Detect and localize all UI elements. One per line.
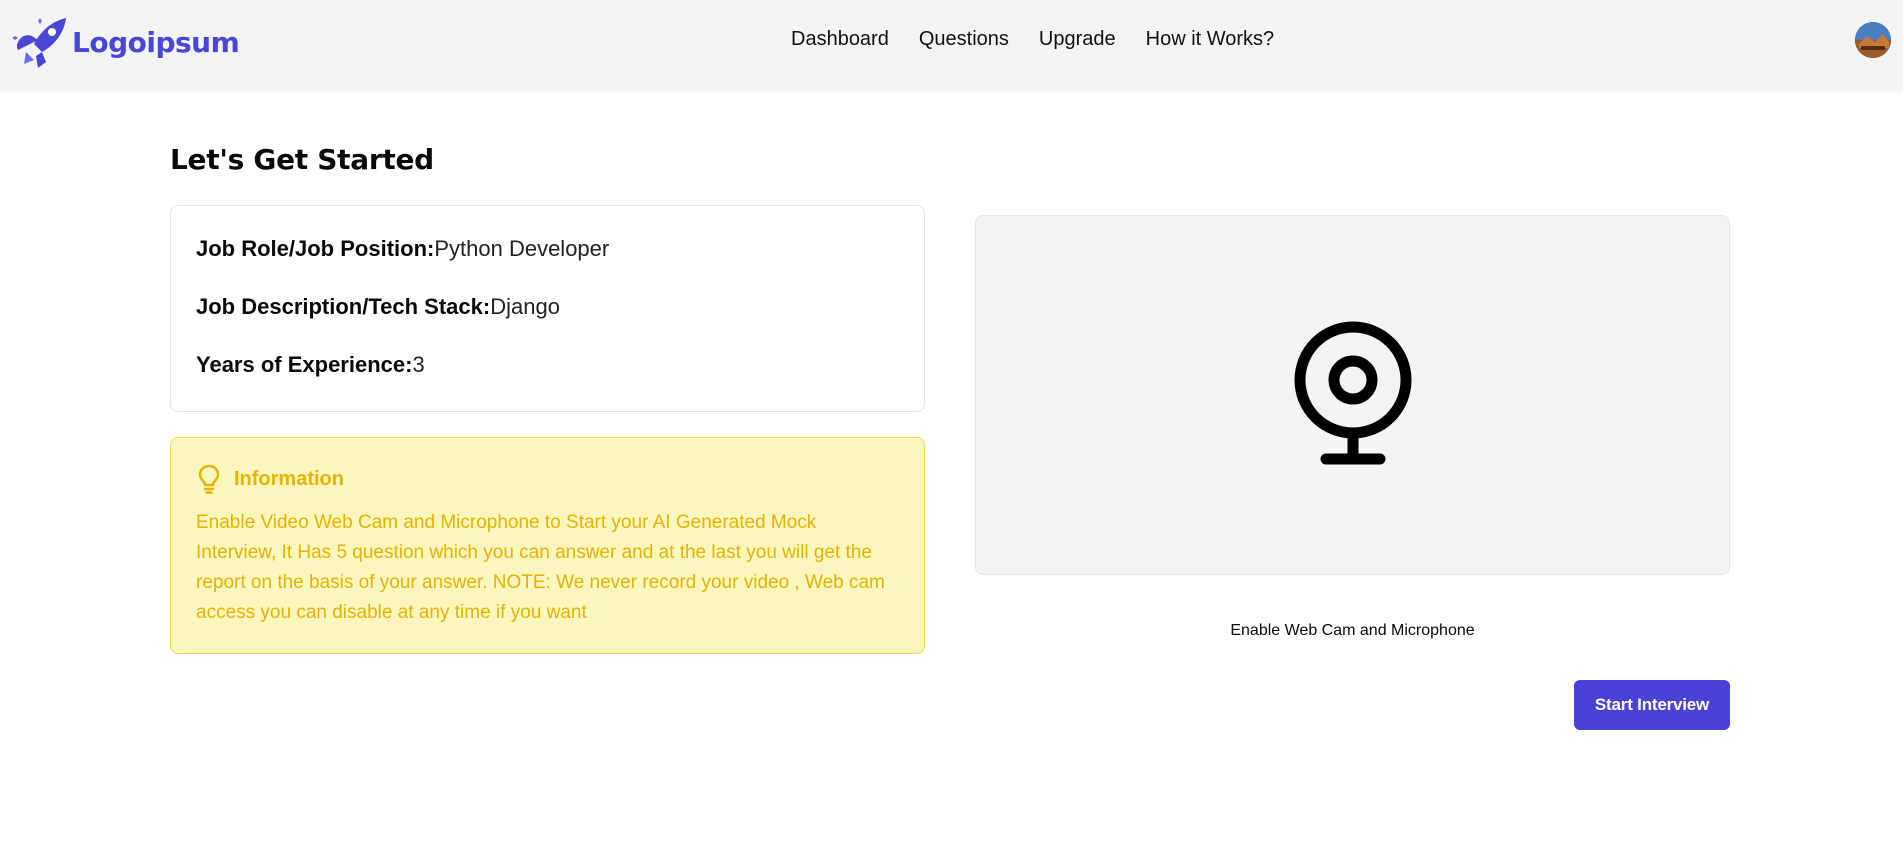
information-card: Information Enable Video Web Cam and Mic…	[170, 437, 925, 654]
nav-dashboard[interactable]: Dashboard	[791, 28, 889, 51]
nav-upgrade[interactable]: Upgrade	[1039, 28, 1116, 51]
information-text: Enable Video Web Cam and Microphone to S…	[196, 512, 885, 623]
avatar[interactable]	[1855, 22, 1891, 58]
nav-how-it-works[interactable]: How it Works?	[1146, 28, 1275, 51]
page-title: Let's Get Started	[170, 143, 434, 176]
webcam-icon	[1294, 321, 1411, 465]
job-role-row: Job Role/Job Position:Python Developer	[196, 236, 899, 262]
main-nav: Dashboard Questions Upgrade How it Works…	[791, 28, 1304, 51]
nav-questions[interactable]: Questions	[919, 28, 1009, 51]
experience-label: Years of Experience:	[196, 352, 413, 377]
lightbulb-icon	[198, 464, 220, 494]
experience-row: Years of Experience:3	[196, 352, 899, 378]
experience-value: 3	[412, 352, 425, 377]
job-description-label: Job Description/Tech Stack:	[196, 294, 491, 319]
webcam-preview	[975, 215, 1730, 575]
job-description-row: Job Description/Tech Stack:Django	[196, 294, 899, 320]
information-header: Information	[196, 464, 899, 494]
start-interview-button[interactable]: Start Interview	[1574, 680, 1730, 730]
job-role-value: Python Developer	[434, 236, 610, 261]
information-title: Information	[234, 467, 344, 490]
top-navbar: Logoipsum Dashboard Questions Upgrade Ho…	[0, 0, 1903, 91]
rocket-logo-icon	[12, 18, 66, 68]
enable-webcam-button[interactable]: Enable Web Cam and Microphone	[1220, 622, 1485, 640]
job-details-card: Job Role/Job Position:Python Developer J…	[170, 205, 925, 412]
job-role-label: Job Role/Job Position:	[196, 236, 435, 261]
logo-text: Logoipsum	[72, 25, 240, 59]
avatar-image	[1855, 22, 1891, 58]
logo[interactable]: Logoipsum	[12, 14, 240, 70]
job-description-value: Django	[490, 294, 560, 319]
